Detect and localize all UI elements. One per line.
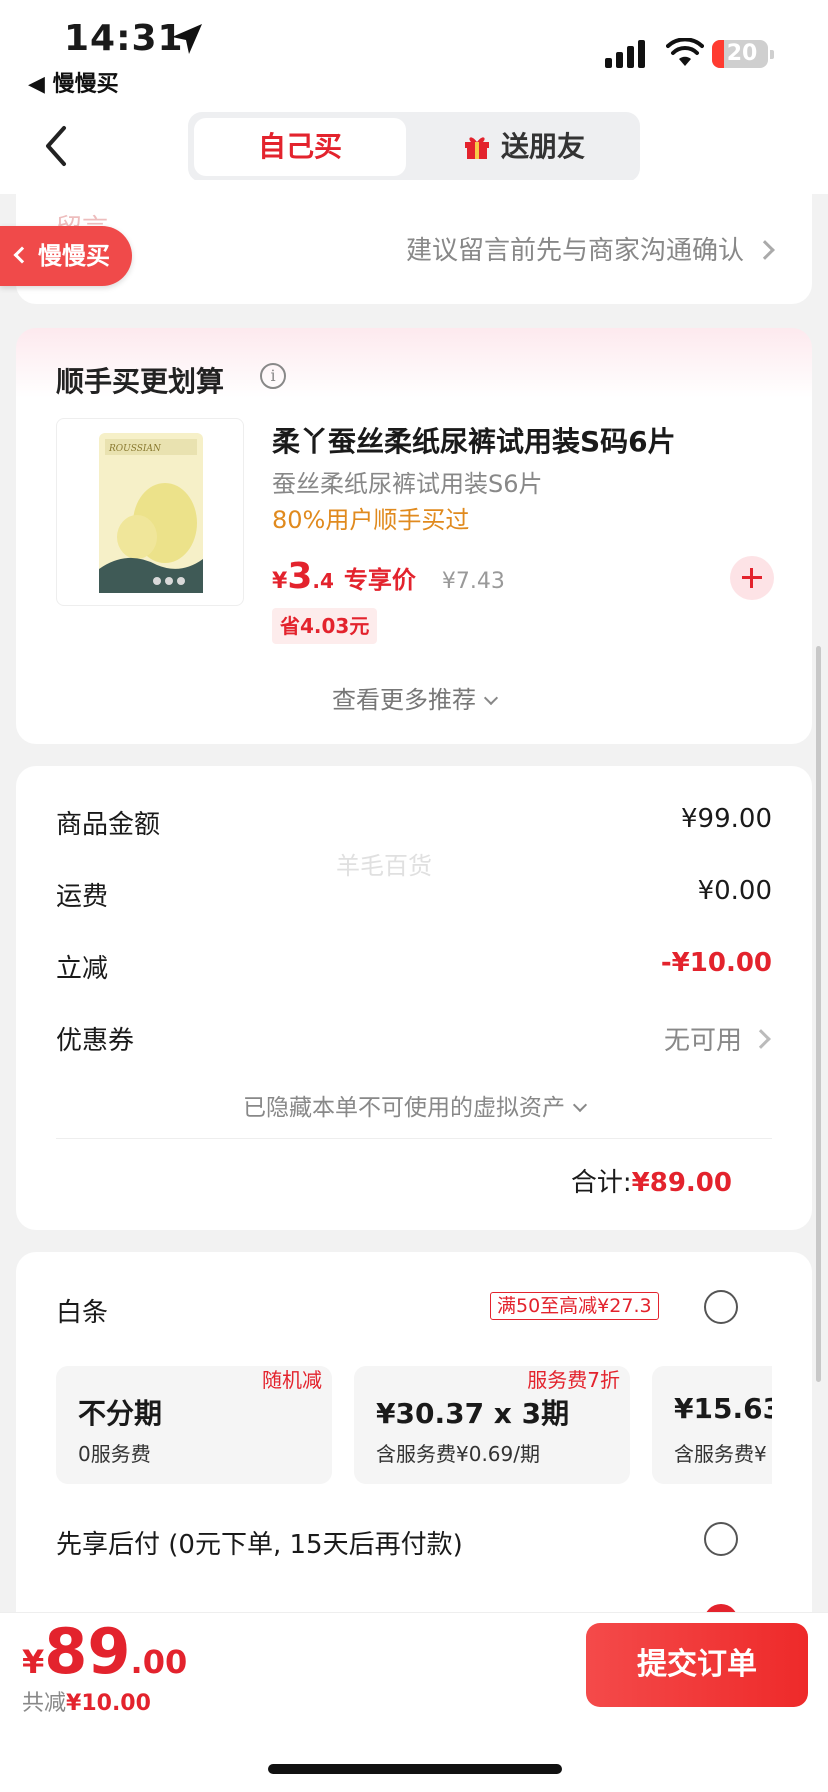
summary-row-shipping: 运费 ¥0.00	[56, 876, 772, 912]
pay-later-label: 先享后付 (0元下单, 15天后再付款)	[56, 1530, 463, 1560]
scrollbar[interactable]	[816, 646, 821, 1382]
hidden-assets-toggle[interactable]: 已隐藏本单不可使用的虚拟资产	[16, 1088, 812, 1122]
add-product-button[interactable]	[730, 556, 774, 600]
payment-card: 白条 满50至高减¥27.3 随机减 不分期 0服务费 服务费7折 ¥30.37…	[16, 1252, 812, 1632]
back-arrow-icon[interactable]	[36, 120, 80, 172]
more-recommend-link[interactable]: 查看更多推荐	[16, 680, 812, 715]
plan-option[interactable]: 服务费7折 ¥30.37 x 3期 含服务费¥0.69/期	[354, 1366, 630, 1484]
info-icon[interactable]: i	[260, 363, 286, 389]
divider	[56, 1138, 772, 1139]
home-indicator[interactable]	[268, 1764, 562, 1774]
note-hint: 建议留言前先与商家沟通确认	[406, 230, 775, 267]
plan-option[interactable]: 随机减 不分期 0服务费	[56, 1366, 332, 1484]
summary-row-discount: 立减 -¥10.00	[56, 948, 772, 984]
order-summary-card: 羊毛百货 商品金额 ¥99.00 运费 ¥0.00 立减 -¥10.00 优惠券 无可用…	[16, 766, 812, 1230]
product-image[interactable]: ROUSSIAN	[56, 418, 244, 606]
tab-send-friend-label: 送朋友	[500, 130, 585, 163]
summary-row-goods: 商品金额 ¥99.00	[56, 804, 772, 840]
tab-buy-self[interactable]: 自己买	[194, 118, 406, 176]
submit-order-button[interactable]: 提交订单	[586, 1623, 808, 1707]
summary-row-coupon[interactable]: 优惠券 无可用	[56, 1020, 772, 1060]
chevron-right-icon	[751, 1029, 771, 1049]
chevron-down-icon	[572, 1097, 588, 1113]
chevron-left-icon	[13, 246, 31, 264]
pay-later-radio[interactable]	[704, 1522, 738, 1556]
status-bar: 14:31 ◀ 慢慢买 20	[0, 0, 828, 100]
baitiao-promo-tag: 满50至高减¥27.3	[490, 1292, 659, 1320]
location-arrow-icon	[172, 24, 202, 54]
pay-amount: ¥89.00	[22, 1615, 188, 1688]
recommend-card: 顺手买更划算 i ROUSSIAN 柔丫蚕丝柔纸尿裤试用装S码6片 蚕丝柔纸尿裤…	[16, 328, 812, 744]
saved-amount: 共减¥10.00	[22, 1691, 151, 1716]
chevron-down-icon	[483, 690, 499, 706]
plan-option[interactable]: ¥15.63 x 含服务费¥	[652, 1366, 772, 1484]
cellular-signal-icon	[605, 40, 645, 68]
gift-icon	[464, 137, 489, 159]
product-name[interactable]: 柔丫蚕丝柔纸尿裤试用装S码6片	[272, 420, 676, 460]
baitiao-radio[interactable]	[704, 1290, 738, 1324]
buy-mode-switch: 自己买 送朋友	[188, 112, 640, 182]
wifi-icon	[666, 38, 704, 66]
note-card[interactable]: 留言 建议留言前先与商家沟通确认	[16, 180, 812, 304]
tab-send-friend[interactable]: 送朋友	[414, 118, 634, 176]
original-price: ¥7.43	[441, 569, 505, 594]
battery-level: 20	[726, 41, 758, 66]
order-total: 合计:¥89.00	[570, 1168, 732, 1198]
svg-text:ROUSSIAN: ROUSSIAN	[108, 444, 162, 454]
back-to-app-link[interactable]: ◀ 慢慢买	[28, 66, 119, 98]
battery-icon: 20	[712, 40, 774, 68]
product-price: ¥3.4 专享价 ¥7.43	[272, 556, 505, 597]
baitiao-label: 白条	[56, 1298, 109, 1328]
installment-plans: 随机减 不分期 0服务费 服务费7折 ¥30.37 x 3期 含服务费¥0.69…	[56, 1366, 772, 1486]
recommend-title: 顺手买更划算	[56, 365, 225, 398]
save-badge: 省4.03元	[272, 608, 378, 644]
status-time: 14:31	[64, 18, 184, 59]
float-back-label: 慢慢买	[38, 242, 110, 270]
product-popularity-tag: 80%用户顺手买过	[272, 506, 470, 534]
chevron-right-icon	[755, 240, 775, 260]
product-subtitle: 蚕丝柔纸尿裤试用装S6片	[272, 470, 543, 498]
float-back-pill[interactable]: 慢慢买	[0, 226, 132, 286]
